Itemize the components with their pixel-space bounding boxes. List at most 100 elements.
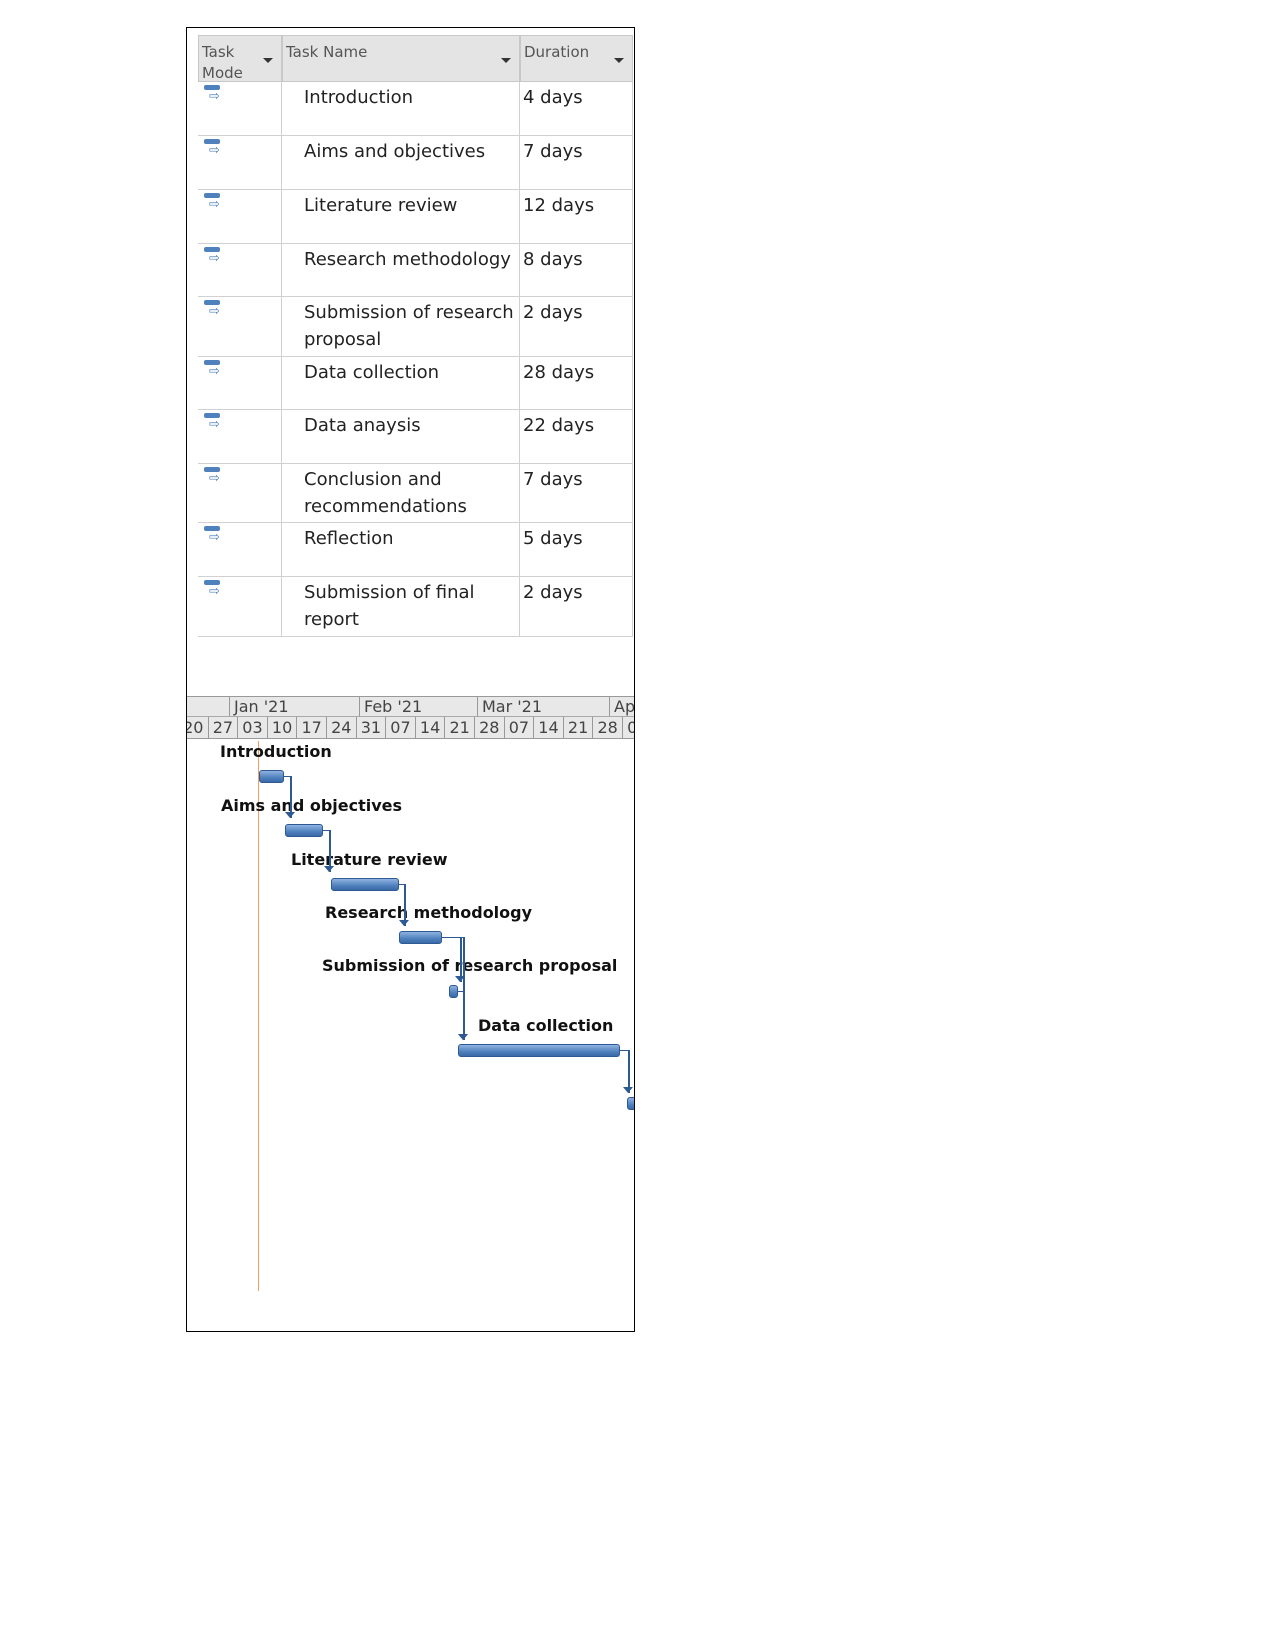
column-header-duration[interactable]: Duration bbox=[520, 35, 633, 82]
task-name-cell[interactable]: Submission of final report bbox=[282, 577, 520, 637]
timescale-week: 28 bbox=[592, 717, 622, 739]
auto-scheduled-task-icon: ⇨ bbox=[204, 139, 224, 157]
gantt-task-label: Research methodology bbox=[325, 903, 533, 922]
task-duration-cell[interactable]: 5 days bbox=[520, 523, 633, 577]
task-duration: 5 days bbox=[523, 528, 583, 549]
task-name-cell[interactable]: Research methodology bbox=[282, 244, 520, 297]
task-name-cell[interactable]: Literature review bbox=[282, 190, 520, 244]
task-name-cell[interactable]: Data anaysis bbox=[282, 410, 520, 464]
task-duration: 4 days bbox=[523, 87, 583, 108]
task-mode-cell[interactable]: ⇨ bbox=[198, 297, 282, 357]
timescale-week: 14 bbox=[533, 717, 563, 739]
gantt-task-bar[interactable] bbox=[259, 770, 284, 783]
task-mode-cell[interactable]: ⇨ bbox=[198, 410, 282, 464]
task-duration-cell[interactable]: 4 days bbox=[520, 82, 633, 136]
task-duration-cell[interactable]: 7 days bbox=[520, 464, 633, 523]
arrowhead-icon bbox=[623, 1087, 633, 1093]
task-duration: 8 days bbox=[523, 249, 583, 270]
task-name: Introduction bbox=[304, 87, 414, 108]
task-mode-cell[interactable]: ⇨ bbox=[198, 464, 282, 523]
task-duration: 28 days bbox=[523, 362, 595, 383]
task-name: Literature review bbox=[304, 195, 458, 216]
gantt-task-bar[interactable] bbox=[458, 1044, 620, 1057]
timescale-month: Jan '21 bbox=[229, 696, 359, 717]
task-mode-cell[interactable]: ⇨ bbox=[198, 136, 282, 190]
timescale-week: 07 bbox=[503, 717, 534, 739]
task-mode-cell[interactable]: ⇨ bbox=[198, 577, 282, 637]
task-duration-cell[interactable]: 22 days bbox=[520, 410, 633, 464]
auto-scheduled-task-icon: ⇨ bbox=[204, 193, 224, 211]
task-duration-cell[interactable]: 2 days bbox=[520, 577, 633, 637]
task-duration-cell[interactable]: 8 days bbox=[520, 244, 633, 297]
timescale-month: Mar '21 bbox=[477, 696, 609, 717]
task-duration-cell[interactable]: 7 days bbox=[520, 136, 633, 190]
column-header-label: Task Name bbox=[286, 43, 368, 61]
timescale-week: 17 bbox=[296, 717, 326, 739]
arrowhead-icon bbox=[285, 812, 295, 818]
task-duration: 7 days bbox=[523, 141, 583, 162]
timescale-week: 21 bbox=[444, 717, 474, 739]
column-header-label: Duration bbox=[524, 43, 590, 61]
timescale-week: 21 bbox=[562, 717, 593, 739]
timescale-month: Feb '21 bbox=[359, 696, 477, 717]
timescale-week: 03 bbox=[237, 717, 267, 739]
auto-scheduled-task-icon: ⇨ bbox=[204, 85, 224, 103]
dependency-link bbox=[458, 991, 465, 1040]
column-header-task-name[interactable]: Task Name bbox=[282, 35, 520, 82]
task-name: Aims and objectives bbox=[304, 141, 486, 162]
project-view: Task Mode Task Name Duration ⇨ Introducti… bbox=[186, 27, 635, 1332]
task-duration-cell[interactable]: 12 days bbox=[520, 190, 633, 244]
today-line bbox=[258, 741, 259, 1291]
task-name-cell[interactable]: Aims and objectives bbox=[282, 136, 520, 190]
auto-scheduled-task-icon: ⇨ bbox=[204, 413, 224, 431]
gantt-task-label: Introduction bbox=[220, 742, 332, 761]
gantt-task-bar[interactable] bbox=[627, 1097, 634, 1110]
task-mode-cell[interactable]: ⇨ bbox=[198, 244, 282, 297]
timescale-week: 20 bbox=[187, 717, 208, 739]
gantt-task-bar[interactable] bbox=[399, 931, 442, 944]
auto-scheduled-task-icon: ⇨ bbox=[204, 580, 224, 598]
dropdown-arrow-icon[interactable] bbox=[501, 58, 511, 63]
task-name: Submission of final report bbox=[304, 582, 475, 630]
task-duration: 22 days bbox=[523, 415, 595, 436]
timescale-week: 07 bbox=[385, 717, 415, 739]
arrowhead-icon bbox=[399, 920, 409, 926]
task-name: Data anaysis bbox=[304, 415, 421, 436]
task-mode-cell[interactable]: ⇨ bbox=[198, 523, 282, 577]
dropdown-arrow-icon[interactable] bbox=[614, 58, 624, 63]
gantt-task-label: Submission of research proposal bbox=[322, 956, 618, 975]
column-header-task-mode[interactable]: Task Mode bbox=[198, 35, 282, 82]
task-mode-cell[interactable]: ⇨ bbox=[198, 190, 282, 244]
task-mode-cell[interactable]: ⇨ bbox=[198, 357, 282, 410]
gantt-task-bar[interactable] bbox=[331, 878, 399, 891]
arrowhead-icon bbox=[458, 1034, 468, 1040]
dropdown-arrow-icon[interactable] bbox=[263, 58, 273, 63]
task-name: Research methodology bbox=[304, 249, 511, 270]
task-name-cell[interactable]: Submission of research proposal bbox=[282, 297, 520, 357]
task-duration: 12 days bbox=[523, 195, 595, 216]
timescale-month bbox=[187, 696, 229, 717]
task-name-cell[interactable]: Data collection bbox=[282, 357, 520, 410]
auto-scheduled-task-icon: ⇨ bbox=[204, 300, 224, 318]
task-name-cell[interactable]: Introduction bbox=[282, 82, 520, 136]
task-duration: 2 days bbox=[523, 302, 583, 323]
arrowhead-icon bbox=[324, 866, 334, 872]
timescale-week: 27 bbox=[207, 717, 238, 739]
gantt-task-label: Data collection bbox=[478, 1016, 614, 1035]
task-mode-cell[interactable]: ⇨ bbox=[198, 82, 282, 136]
timescale-week: 14 bbox=[414, 717, 445, 739]
task-name-cell[interactable]: Reflection bbox=[282, 523, 520, 577]
gantt-task-label: Literature review bbox=[291, 850, 448, 869]
task-name-cell[interactable]: Conclusion and recommendations bbox=[282, 464, 520, 523]
gantt-task-label: Aims and objectives bbox=[221, 796, 403, 815]
gantt-task-bar[interactable] bbox=[285, 824, 323, 837]
task-name: Submission of research proposal bbox=[304, 302, 514, 350]
auto-scheduled-task-icon: ⇨ bbox=[204, 467, 224, 485]
auto-scheduled-task-icon: ⇨ bbox=[204, 247, 224, 265]
task-name: Data collection bbox=[304, 362, 440, 383]
task-duration-cell[interactable]: 28 days bbox=[520, 357, 633, 410]
column-header-label: Task Mode bbox=[202, 43, 243, 82]
timescale-week: 04 bbox=[622, 717, 634, 739]
auto-scheduled-task-icon: ⇨ bbox=[204, 360, 224, 378]
task-duration-cell[interactable]: 2 days bbox=[520, 297, 633, 357]
